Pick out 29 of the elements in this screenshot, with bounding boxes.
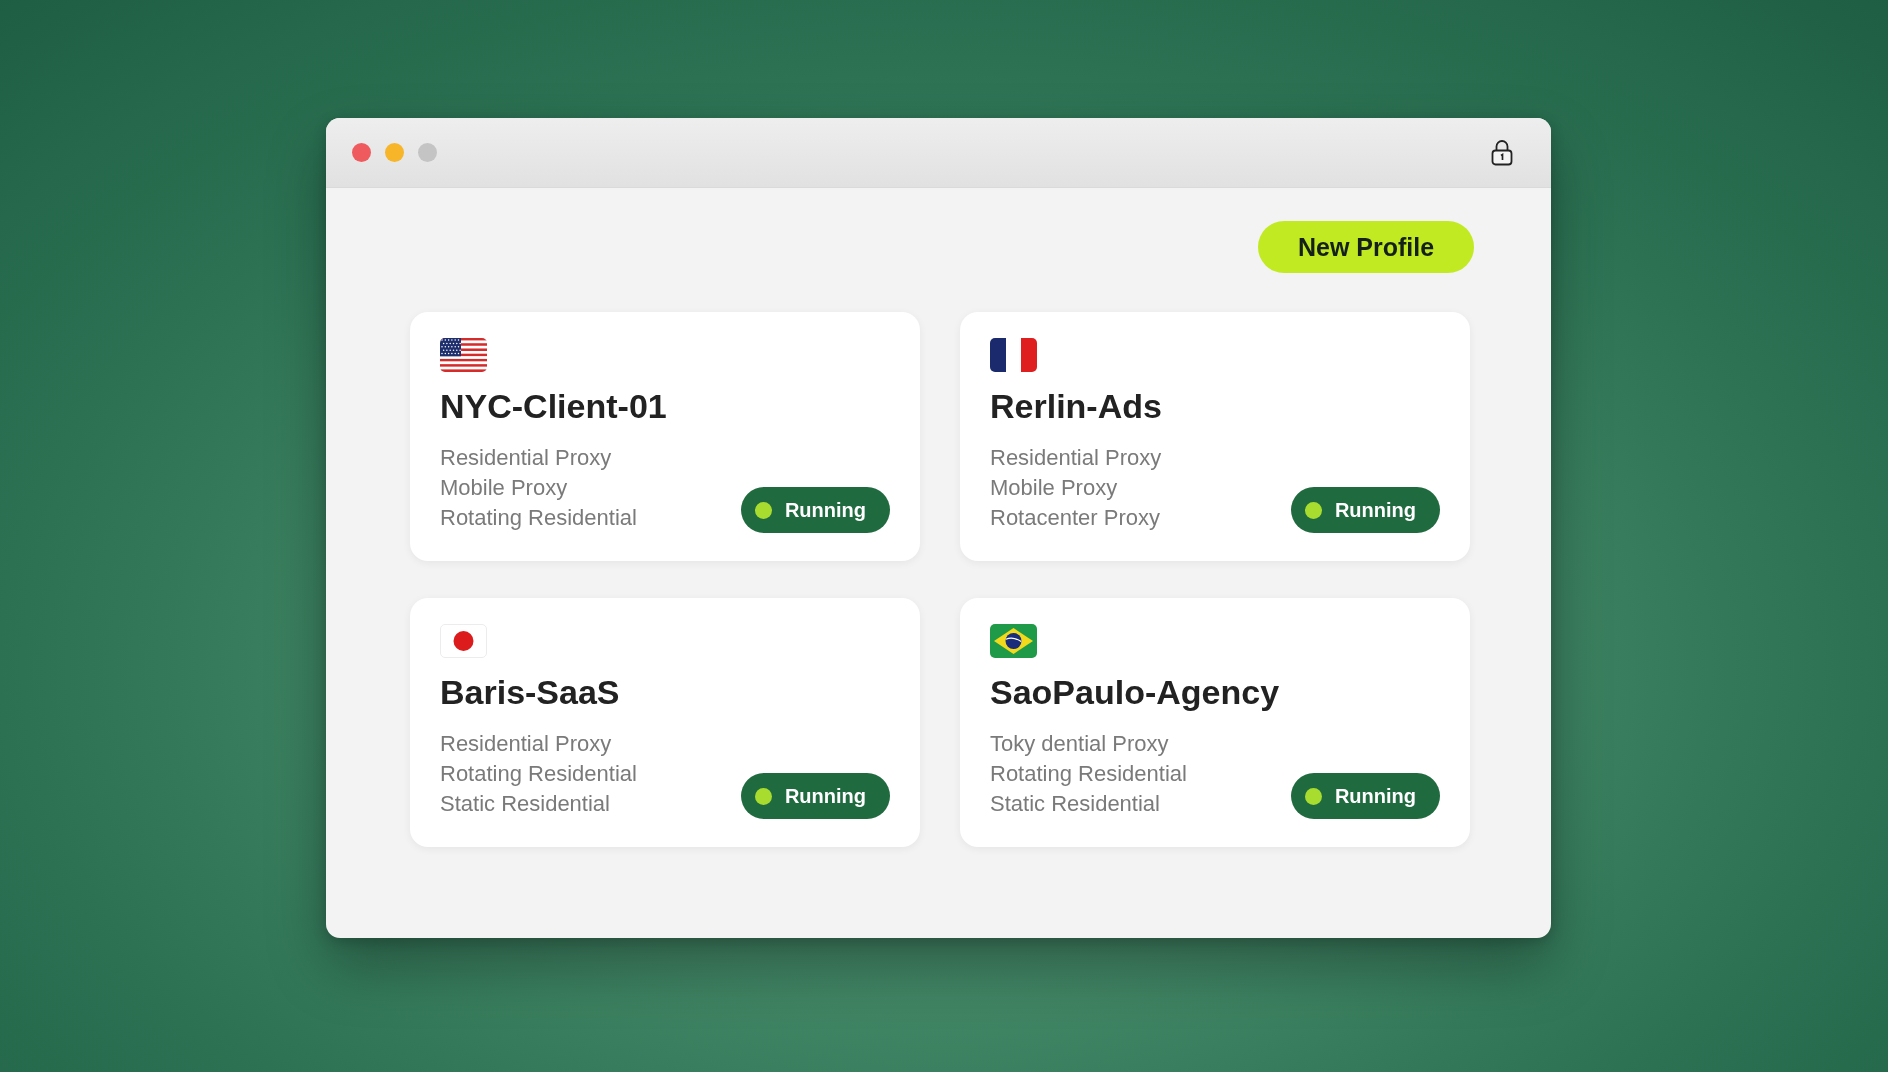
brazil-flag-icon	[990, 624, 1037, 658]
proxy-type: Static Residential	[990, 790, 1160, 818]
proxy-type: Toky dential Proxy	[990, 730, 1169, 758]
proxy-type: Residential Proxy	[440, 730, 612, 758]
proxy-type: Mobile Proxy	[990, 474, 1118, 502]
window-zoom-icon[interactable]	[418, 143, 437, 162]
proxy-type: Rotating Residential	[440, 760, 637, 788]
proxy-type: Rotating Residential	[990, 760, 1187, 788]
status-label: Running	[784, 498, 866, 522]
proxy-type: Static Residential	[440, 790, 610, 818]
us-flag-icon	[440, 338, 487, 372]
lock-icon[interactable]	[1491, 139, 1513, 166]
proxy-type: Rotating Residential	[440, 504, 637, 532]
proxy-type: Residential Proxy	[440, 444, 612, 472]
profile-name: Baris-SaaS	[440, 672, 621, 712]
new-profile-button[interactable]: New Profile	[1258, 221, 1474, 273]
status-label: Running	[1334, 784, 1416, 808]
status-label: Running	[1334, 498, 1416, 522]
window-close-icon[interactable]	[352, 143, 371, 162]
window-minimize-icon[interactable]	[385, 143, 404, 162]
proxy-type: Mobile Proxy	[440, 474, 568, 502]
proxy-type: Rotacenter Proxy	[990, 504, 1160, 532]
status-label: Running	[784, 784, 866, 808]
profile-name: Rerlin-Ads	[990, 386, 1163, 426]
france-flag-icon	[990, 338, 1037, 372]
profile-name: SaoPaulo-Agency	[990, 672, 1281, 712]
japan-flag-icon	[440, 624, 487, 658]
profile-name: NYC-Client-01	[440, 386, 668, 426]
proxy-type: Residential Proxy	[990, 444, 1162, 472]
